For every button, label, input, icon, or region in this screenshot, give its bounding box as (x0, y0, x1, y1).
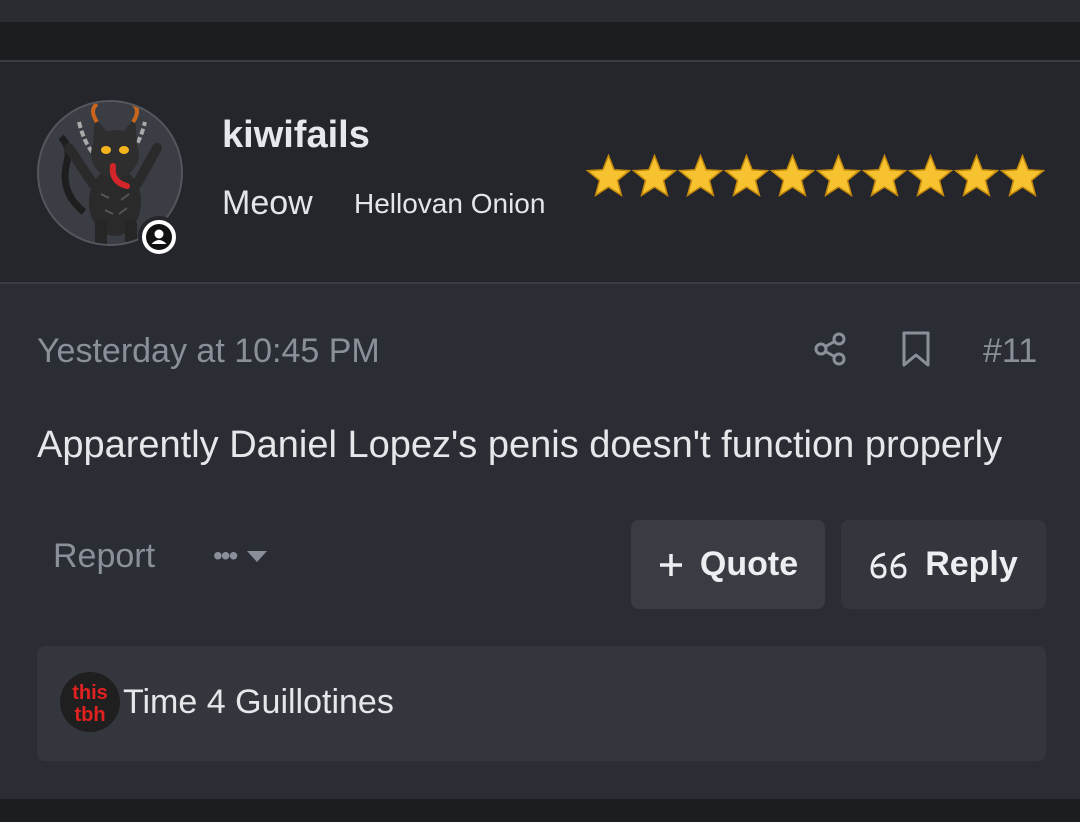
report-link[interactable]: Report (53, 537, 155, 576)
reaction-summary[interactable]: Time 4 Guillotines (123, 683, 394, 722)
bookmark-icon[interactable] (899, 330, 933, 368)
post-timestamp[interactable]: Yesterday at 10:45 PM (37, 332, 380, 371)
star-icon (1000, 154, 1045, 197)
star-rating (586, 154, 1045, 199)
caret-down-icon (247, 551, 268, 562)
star-icon (632, 154, 677, 197)
star-icon (908, 154, 953, 197)
post-user-header: kiwifails Meow Hellovan Onion (0, 60, 1080, 284)
user-banner: Hellovan Onion (354, 188, 546, 219)
username[interactable]: kiwifails (222, 114, 370, 157)
share-icon[interactable] (812, 331, 848, 367)
star-icon (954, 154, 999, 197)
more-options-menu[interactable]: ••• (213, 541, 268, 571)
star-icon (862, 154, 907, 197)
star-icon (586, 154, 631, 197)
reply-button[interactable]: Reply (841, 520, 1046, 609)
post-number-link[interactable]: #11 (983, 332, 1037, 371)
star-icon (816, 154, 861, 197)
svg-text:tbh: tbh (74, 704, 105, 726)
top-bar (0, 0, 1080, 22)
quote-button[interactable]: Quote (631, 520, 825, 609)
post-body: Yesterday at 10:45 PM #11 Apparently Dan… (0, 284, 1080, 799)
star-icon (678, 154, 723, 197)
star-icon (770, 154, 815, 197)
spacer (0, 22, 1080, 60)
more-dots-icon: ••• (213, 540, 238, 571)
user-status-icon (138, 216, 180, 258)
star-icon (724, 154, 769, 197)
bottom-spacer (0, 799, 1080, 822)
this-tbh-reaction-icon: this tbh (60, 672, 120, 732)
quote-label: Quote (699, 545, 799, 583)
user-title: Meow (222, 184, 313, 222)
svg-text:this: this (72, 682, 108, 704)
reactions-bar[interactable]: this tbh Time 4 Guillotines (37, 646, 1046, 761)
post-message: Apparently Daniel Lopez's penis doesn't … (37, 424, 1003, 466)
reply-label: Reply (925, 545, 1018, 583)
quote-mark-icon (870, 552, 907, 579)
plus-icon (659, 553, 682, 576)
